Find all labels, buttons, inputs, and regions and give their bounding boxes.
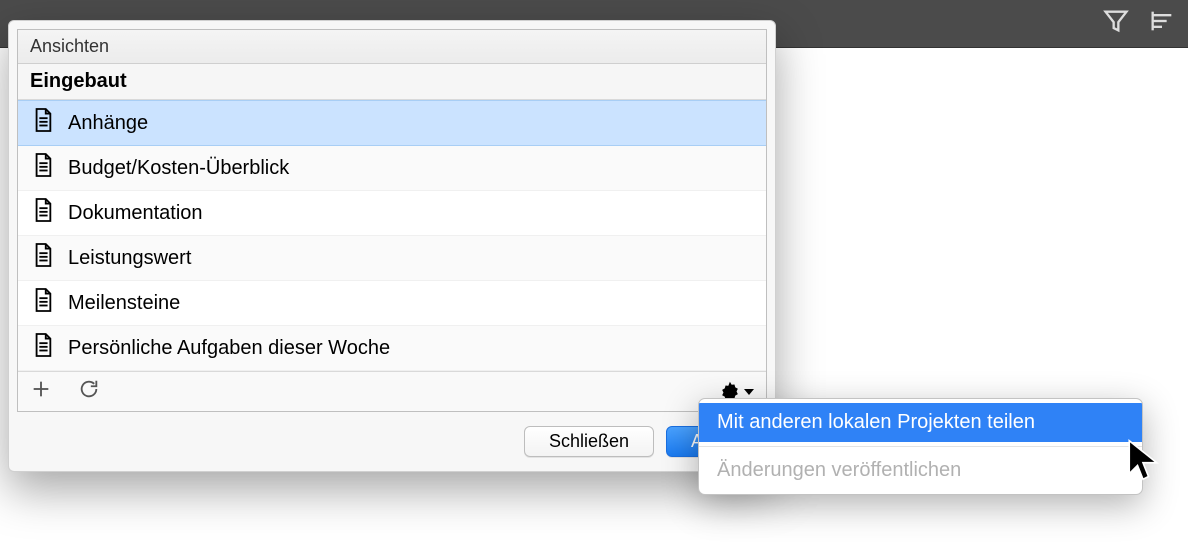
list-item[interactable]: Anhänge	[18, 100, 766, 146]
group-header: Eingebaut	[18, 64, 766, 100]
mouse-cursor	[1125, 438, 1161, 482]
filter-icon[interactable]	[1102, 7, 1130, 40]
listbox-footer	[18, 371, 766, 411]
list-item-label: Leistungswert	[68, 247, 191, 270]
dialog-buttons: Schließen Aktivi	[9, 412, 775, 457]
list-item-label: Persönliche Aufgaben dieser Woche	[68, 337, 390, 360]
refresh-icon[interactable]	[78, 378, 100, 405]
menu-item-share[interactable]: Mit anderen lokalen Projekten teilen	[699, 403, 1142, 442]
list-item[interactable]: Persönliche Aufgaben dieser Woche	[18, 326, 766, 371]
listbox-header: Ansichten	[18, 30, 766, 64]
menu-item-publish: Änderungen veröffentlichen	[699, 451, 1142, 490]
list-item[interactable]: Leistungswert	[18, 236, 766, 281]
plus-icon[interactable]	[30, 378, 52, 405]
document-icon	[32, 152, 54, 184]
document-icon	[32, 287, 54, 319]
list-item-label: Meilensteine	[68, 292, 180, 315]
list-item-label: Dokumentation	[68, 202, 203, 225]
document-icon	[32, 197, 54, 229]
gear-popup-menu: Mit anderen lokalen Projekten teilen Änd…	[698, 398, 1143, 495]
align-left-icon[interactable]	[1148, 7, 1176, 40]
list-item-label: Anhänge	[68, 112, 148, 135]
document-icon	[32, 242, 54, 274]
document-icon	[32, 332, 54, 364]
list-item[interactable]: Meilensteine	[18, 281, 766, 326]
menu-separator	[699, 446, 1142, 447]
list-item[interactable]: Dokumentation	[18, 191, 766, 236]
chevron-down-icon	[744, 389, 754, 395]
views-panel: Ansichten Eingebaut Anhänge Budget/Koste…	[8, 20, 776, 472]
views-listbox: Ansichten Eingebaut Anhänge Budget/Koste…	[17, 29, 767, 412]
list-item-label: Budget/Kosten-Überblick	[68, 157, 289, 180]
close-button[interactable]: Schließen	[524, 426, 654, 457]
list-item[interactable]: Budget/Kosten-Überblick	[18, 146, 766, 191]
document-icon	[32, 107, 54, 139]
